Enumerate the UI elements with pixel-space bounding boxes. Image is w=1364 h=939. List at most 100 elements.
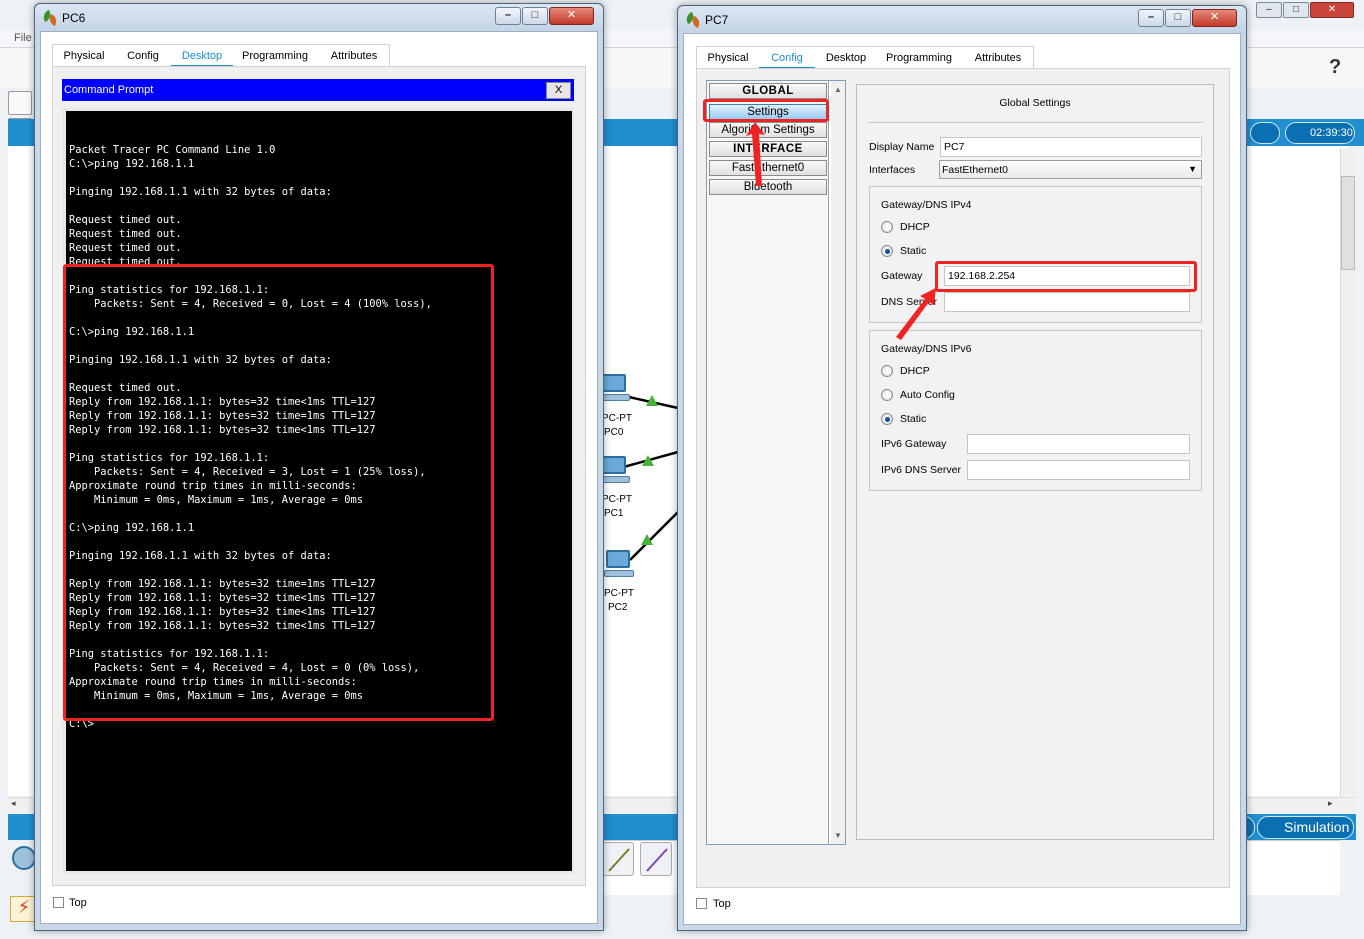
interfaces-label: Interfaces [869,164,916,176]
link-status-up-icon [641,534,653,545]
gateway-label: Gateway [881,270,923,282]
command-prompt-title-bar: Command Prompt [62,79,574,101]
pc1-device-icon[interactable] [600,456,630,484]
simulation-mode-button[interactable]: Simulation [1257,816,1354,839]
pc6-window-title: PC6 [62,11,86,25]
config-sidebar-list [707,81,829,844]
interfaces-select-value: FastEthernet0 [942,164,1008,176]
connection-copper-icon[interactable] [602,842,634,876]
ipv6-group-title: Gateway/DNS IPv6 [881,343,972,355]
pc0-name-label: PC0 [604,427,624,438]
scroll-left-icon[interactable]: ◂ [11,798,16,809]
display-name-field[interactable]: PC7 [940,137,1202,157]
pc6-window-controls: – □ ✕ [495,7,599,25]
global-settings-divider [868,122,1203,123]
pc2-name-label: PC2 [608,602,628,613]
ipv6-autoconfig-radio[interactable] [881,389,893,401]
sidebar-item-bluetooth[interactable]: Bluetooth [709,179,827,195]
config-sidebar-scrollbar[interactable]: ▲ ▼ [831,81,845,844]
sidebar-item-algorithm-settings[interactable]: Algorithm Settings [709,122,827,138]
terminal-line: Packet Tracer PC Command Line 1.0 [69,144,276,156]
ping-results-highlight [63,264,494,721]
pc7-tab-attributes[interactable]: Attributes [961,47,1035,69]
pc7-minimize-button[interactable]: – [1138,9,1164,27]
main-maximize-button[interactable]: □ [1283,2,1309,18]
pc7-top-label: Top [713,898,731,910]
sidebar-item-fastethernet0[interactable]: FastEthernet0 [709,160,827,176]
terminal-line: C:\>ping 192.168.1.1 [69,158,195,170]
pc6-tab-desktop[interactable]: Desktop [171,45,233,67]
pc0-type-label: PC-PT [602,413,632,424]
pc7-tab-desktop[interactable]: Desktop [815,47,877,69]
pc7-tab-bar: Physical Config Desktop Programming Attr… [696,46,1035,69]
pc7-tab-physical[interactable]: Physical [697,47,759,69]
command-prompt-close-button[interactable]: X [546,82,571,99]
pc7-top-checkbox[interactable] [696,898,707,909]
gateway-highlight [935,261,1197,292]
pc7-window-title: PC7 [705,13,729,27]
pc6-title-bar[interactable]: PC6 – □ ✕ [35,4,603,32]
pc1-type-label: PC-PT [602,494,632,505]
select-tool-icon[interactable] [8,91,32,115]
display-name-label: Display Name [869,141,935,153]
ipv4-dhcp-label: DHCP [900,221,930,233]
main-minimize-button[interactable]: – [1256,2,1282,18]
pc6-tab-programming[interactable]: Programming [233,45,317,67]
pc7-title-bar[interactable]: PC7 – □ ✕ [678,6,1246,34]
ipv6-dns-label: IPv6 DNS Server [881,464,961,476]
pc6-tab-bar: Physical Config Desktop Programming Attr… [52,44,391,67]
ipv6-dhcp-radio[interactable] [881,365,893,377]
scroll-up-icon[interactable]: ▲ [834,85,842,94]
terminal-line: Request timed out. [69,214,182,226]
dns-server-field[interactable] [944,292,1190,312]
pc2-device-icon[interactable] [604,550,634,578]
pc7-close-button[interactable]: ✕ [1192,9,1237,27]
chevron-down-icon: ▼ [1188,164,1197,174]
menu-file[interactable]: File [14,32,32,44]
ipv4-static-label: Static [900,245,927,257]
pc0-device-icon[interactable] [600,374,630,402]
scroll-right-icon[interactable]: ▸ [1328,798,1333,809]
pc6-close-button[interactable]: ✕ [549,7,594,25]
ipv4-static-radio[interactable] [881,245,893,257]
ipv6-autoconfig-label: Auto Config [900,389,955,401]
ipv4-dhcp-radio[interactable] [881,221,893,233]
pc6-tab-config[interactable]: Config [115,45,171,67]
pc6-top-checkbox[interactable] [53,897,64,908]
pc7-tab-programming[interactable]: Programming [877,47,961,69]
help-icon[interactable]: ? [1329,56,1341,79]
ipv6-dns-field[interactable] [967,460,1190,480]
pc6-minimize-button[interactable]: – [495,7,521,25]
pc1-name-label: PC1 [604,508,624,519]
connection-serial-icon[interactable] [640,842,672,876]
scroll-down-icon[interactable]: ▼ [834,831,842,840]
sidebar-header-global: GLOBAL [709,83,827,99]
workspace-scroll-thumb[interactable] [1341,176,1355,270]
pc7-maximize-button[interactable]: □ [1165,9,1191,27]
main-close-button[interactable]: ✕ [1310,2,1354,18]
pc7-window-controls: – □ ✕ [1138,9,1242,27]
dns-server-label: DNS Server [881,296,938,308]
ipv6-gateway-field[interactable] [967,434,1190,454]
pc6-top-label: Top [69,897,87,909]
interfaces-select[interactable]: FastEthernet0 ▼ [939,160,1202,179]
pc6-maximize-button[interactable]: □ [522,7,548,25]
packet-tracer-app-icon [41,9,59,27]
settings-highlight [703,99,829,122]
global-settings-title: Global Settings [999,97,1071,109]
pc6-tab-physical[interactable]: Physical [53,45,115,67]
packet-tracer-app-icon [684,11,702,29]
pc6-tab-attributes[interactable]: Attributes [317,45,391,67]
ipv6-gateway-label: IPv6 Gateway [881,438,947,450]
link-status-up-icon [642,455,654,466]
ipv6-dhcp-label: DHCP [900,365,930,377]
realtime-clock-icon [1250,122,1280,144]
terminal-line: Request timed out. [69,242,182,254]
sidebar-header-interface: INTERFACE [709,141,827,157]
ipv6-static-radio[interactable] [881,413,893,425]
terminal-line: Request timed out. [69,228,182,240]
pc7-tab-config[interactable]: Config [759,47,815,69]
